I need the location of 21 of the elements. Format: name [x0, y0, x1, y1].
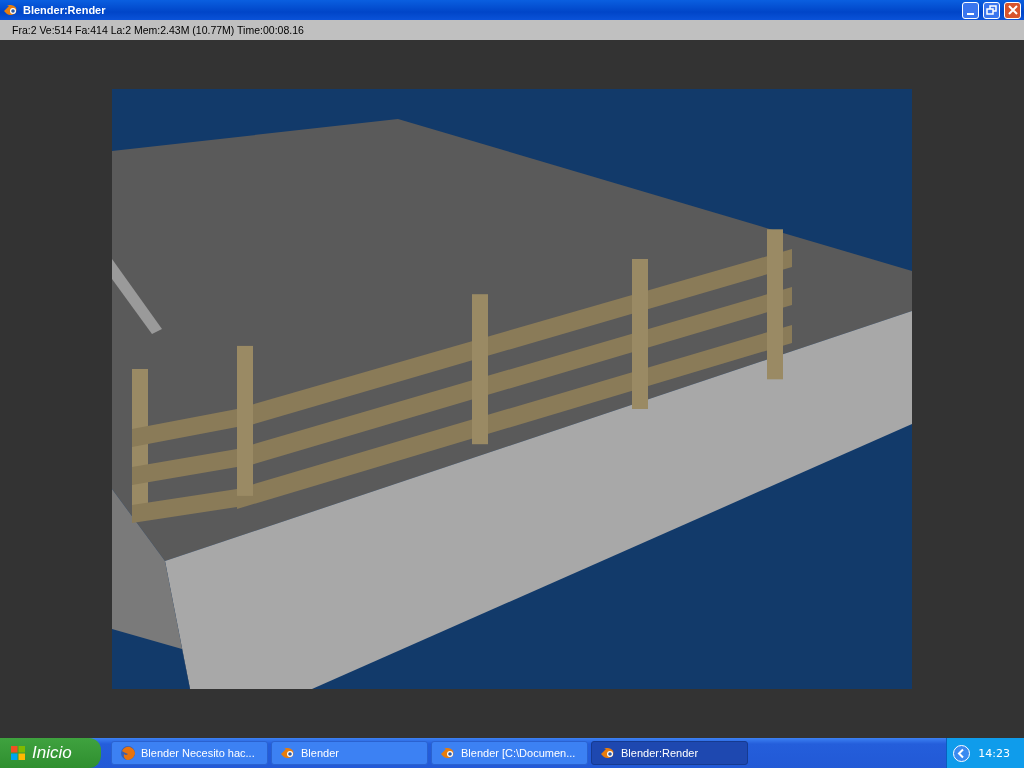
taskbar-button[interactable]: Blender Necesito hac... [111, 741, 268, 765]
clock: 14:23 [978, 746, 1010, 760]
blender-icon [440, 745, 456, 761]
taskbar-button[interactable]: Blender [C:\Documen... [431, 741, 588, 765]
minimize-icon [967, 12, 974, 15]
blender-icon [280, 745, 296, 761]
taskbar-button[interactable]: Blender:Render [591, 741, 748, 765]
taskbar-button[interactable]: Blender [271, 741, 428, 765]
blender-icon [3, 2, 19, 18]
window-title: Blender:Render [23, 4, 106, 16]
globe-fox-icon [120, 745, 136, 761]
start-button[interactable]: Inicio [0, 738, 101, 768]
chevron-left-icon[interactable] [953, 744, 971, 762]
minimize-button[interactable] [962, 1, 979, 19]
close-icon [1007, 5, 1018, 15]
render-stats: Fra:2 Ve:514 Fa:414 La:2 Mem:2.43M (10.77M) Time:00:08.16 [12, 24, 304, 36]
restore-button[interactable] [983, 1, 1000, 19]
restore-icon [986, 4, 997, 16]
close-button[interactable] [1004, 1, 1021, 19]
blender-icon [600, 745, 616, 761]
windows-flag-icon [10, 745, 26, 761]
